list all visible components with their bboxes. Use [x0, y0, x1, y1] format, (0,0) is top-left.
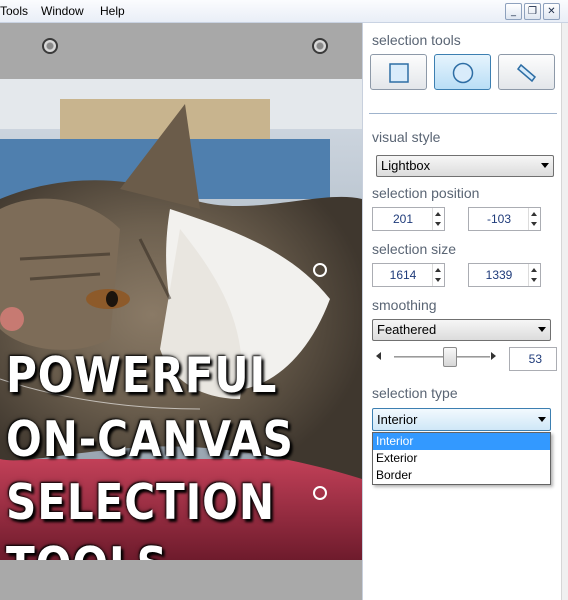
menu-help[interactable]: Help — [100, 4, 125, 18]
rectangle-select-icon — [389, 63, 409, 83]
panel-divider — [369, 113, 557, 114]
smoothing-dropdown[interactable]: Feathered — [372, 319, 551, 341]
selection-handle-top-left[interactable] — [42, 38, 58, 54]
spin-down-icon[interactable] — [531, 278, 537, 282]
chevron-down-icon — [538, 416, 546, 422]
size-width-stepper[interactable]: 1614 — [372, 263, 445, 287]
ellipse-select-button[interactable] — [434, 54, 491, 90]
position-x-stepper[interactable]: 201 — [372, 207, 445, 231]
slider-left-arrow-icon[interactable] — [376, 352, 381, 360]
close-icon[interactable]: ✕ — [543, 3, 560, 20]
spin-down-icon[interactable] — [531, 222, 537, 226]
selection-handle-top-right[interactable] — [312, 38, 328, 54]
ellipse-select-icon — [452, 62, 474, 84]
position-y-spin-buttons[interactable] — [528, 208, 540, 230]
chevron-down-icon — [541, 163, 549, 168]
window-edge-scrollbar[interactable] — [561, 23, 568, 600]
rectangle-select-button[interactable] — [370, 54, 427, 90]
position-y-stepper[interactable]: -103 — [468, 207, 541, 231]
slider-thumb[interactable] — [443, 347, 458, 367]
lasso-select-button[interactable] — [498, 54, 555, 90]
selection-position-label: selection position — [372, 185, 480, 201]
slider-track-line[interactable] — [394, 356, 490, 358]
chevron-down-icon — [538, 327, 546, 332]
position-y-value[interactable]: -103 — [469, 208, 529, 230]
overlay-headline-line-2: ON-CANVAS — [6, 411, 294, 468]
menu-tools[interactable]: Tools — [0, 4, 28, 18]
selection-tools-label: selection tools — [372, 32, 461, 48]
size-height-value[interactable]: 1339 — [469, 264, 529, 286]
visual-style-value: Lightbox — [381, 158, 431, 173]
canvas-area[interactable]: POWERFUL ON-CANVAS SELECTION TOOLS — [0, 23, 362, 600]
menu-window[interactable]: Window — [41, 4, 84, 18]
spin-up-icon[interactable] — [531, 268, 537, 272]
spin-up-icon[interactable] — [435, 212, 441, 216]
spin-down-icon[interactable] — [435, 222, 441, 226]
selection-handle-bottom-right[interactable] — [313, 486, 327, 500]
visual-style-label: visual style — [372, 129, 441, 145]
visual-style-dropdown[interactable]: Lightbox — [376, 155, 554, 177]
selection-type-value: Interior — [377, 412, 418, 427]
restore-icon[interactable]: ❐ — [524, 3, 541, 20]
selection-type-label: selection type — [372, 385, 458, 401]
option-exterior[interactable]: Exterior — [373, 450, 550, 467]
smoothing-label: smoothing — [372, 297, 437, 313]
size-width-value[interactable]: 1614 — [373, 264, 433, 286]
spin-down-icon[interactable] — [435, 278, 441, 282]
smoothing-slider[interactable] — [372, 347, 499, 367]
spin-up-icon[interactable] — [435, 268, 441, 272]
smoothing-value: Feathered — [377, 322, 437, 337]
selection-panel: selection tools visual style Lightbox se… — [362, 23, 561, 600]
option-interior[interactable]: Interior — [373, 433, 550, 450]
position-x-value[interactable]: 201 — [373, 208, 433, 230]
spin-up-icon[interactable] — [531, 212, 537, 216]
selection-type-options: Interior Exterior Border — [372, 432, 551, 485]
canvas-margin-bottom — [0, 560, 362, 600]
smoothing-value-field[interactable]: 53 — [509, 347, 557, 371]
selection-type-dropdown[interactable]: Interior — [372, 408, 551, 431]
position-x-spin-buttons[interactable] — [432, 208, 444, 230]
minimize-icon[interactable]: _ — [505, 3, 522, 20]
selection-handle-right-mid[interactable] — [313, 263, 327, 277]
option-border[interactable]: Border — [373, 467, 550, 484]
size-height-stepper[interactable]: 1339 — [468, 263, 541, 287]
size-width-spin-buttons[interactable] — [432, 264, 444, 286]
overlay-headline-line-3: SELECTION — [6, 474, 275, 531]
slider-right-arrow-icon[interactable] — [491, 352, 496, 360]
lasso-select-icon — [516, 63, 537, 83]
size-height-spin-buttons[interactable] — [528, 264, 540, 286]
overlay-headline-line-1: POWERFUL — [6, 347, 278, 404]
selection-size-label: selection size — [372, 241, 457, 257]
menu-bar: Tools Window Help _ ❐ ✕ — [0, 0, 568, 23]
